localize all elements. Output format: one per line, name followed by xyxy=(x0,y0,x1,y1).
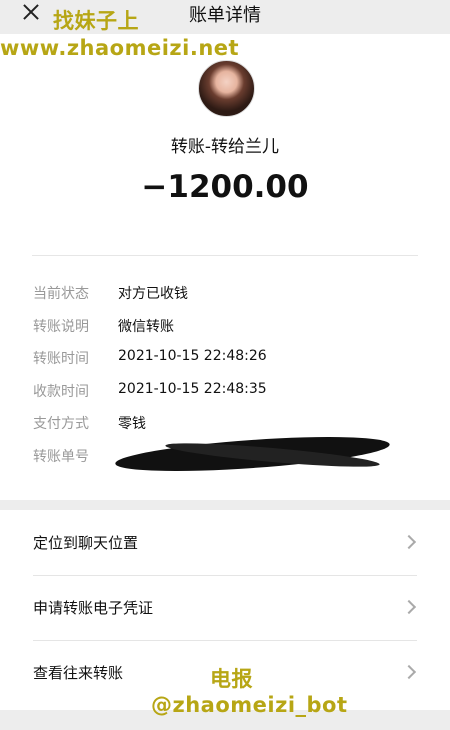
payee-name: 转账-转给兰儿 xyxy=(170,137,280,157)
detail-value: 2021-10-15 22:48:26 xyxy=(118,348,267,364)
watermark-top: 找妹子上 xyxy=(53,9,139,33)
detail-value: 零钱 xyxy=(118,416,146,432)
action-locate-chat[interactable]: 定位到聊天位置 xyxy=(0,510,450,574)
action-label: 查看往来转账 xyxy=(33,664,124,682)
detail-label: 当前状态 xyxy=(33,286,89,302)
detail-label: 支付方式 xyxy=(33,416,89,432)
detail-label: 收款时间 xyxy=(33,384,89,400)
detail-label: 转账单号 xyxy=(33,449,89,465)
divider xyxy=(32,255,418,256)
detail-value: 2021-10-15 22:48:35 xyxy=(118,381,267,397)
avatar xyxy=(198,60,255,117)
detail-label: 转账时间 xyxy=(33,351,89,367)
chevron-right-icon xyxy=(401,664,417,680)
detail-value: 微信转账 xyxy=(118,319,174,335)
watermark-site: www.zhaomeizi.net xyxy=(0,36,240,60)
watermark-telegram: 电报 xyxy=(210,667,253,691)
detail-label: 转账说明 xyxy=(33,319,89,335)
chevron-right-icon xyxy=(401,534,417,550)
chevron-right-icon xyxy=(401,599,417,615)
action-label: 定位到聊天位置 xyxy=(33,534,139,552)
detail-value: 对方已收钱 xyxy=(118,286,188,302)
amount: −1200.00 xyxy=(141,169,309,205)
action-request-receipt[interactable]: 申请转账电子凭证 xyxy=(0,575,450,639)
watermark-bot: @zhaomeizi_bot xyxy=(151,693,348,717)
action-label: 申请转账电子凭证 xyxy=(33,599,154,617)
